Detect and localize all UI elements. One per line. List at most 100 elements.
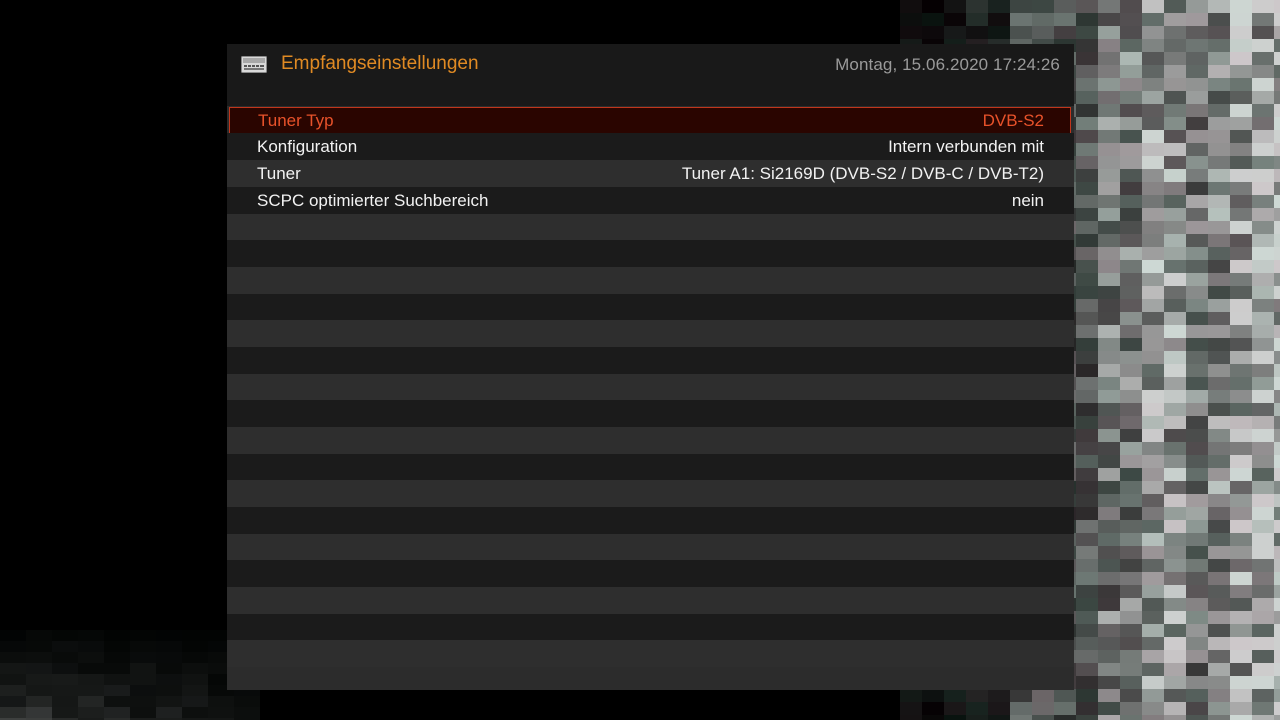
noise-cell [1120, 429, 1142, 442]
noise-cell [1252, 52, 1274, 65]
noise-cell [1208, 338, 1230, 351]
noise-cell [1142, 260, 1164, 273]
noise-cell [1164, 715, 1186, 720]
noise-cell [1076, 104, 1098, 117]
noise-cell [1186, 416, 1208, 429]
noise-cell [1142, 572, 1164, 585]
noise-cell [1230, 559, 1252, 572]
noise-cell [52, 630, 78, 641]
noise-cell [1164, 26, 1186, 39]
noise-cell [1164, 286, 1186, 299]
noise-cell [1120, 156, 1142, 169]
setting-value: nein [1011, 191, 1044, 210]
noise-cell [1274, 195, 1280, 208]
empty-row [227, 480, 1074, 507]
noise-cell [1186, 299, 1208, 312]
noise-cell [1076, 26, 1098, 39]
noise-cell [182, 674, 208, 685]
noise-cell [1120, 702, 1142, 715]
noise-cell [1252, 338, 1274, 351]
noise-cell [1230, 130, 1252, 143]
noise-cell [1230, 676, 1252, 689]
noise-cell [1098, 26, 1120, 39]
noise-cell [1186, 715, 1208, 720]
noise-cell [1252, 78, 1274, 91]
noise-cell [1076, 182, 1098, 195]
noise-cell [1208, 169, 1230, 182]
noise-cell [1252, 624, 1274, 637]
noise-cell [922, 715, 944, 720]
noise-cell [1274, 442, 1280, 455]
noise-cell [1208, 507, 1230, 520]
setting-value: Intern verbunden mit [888, 137, 1044, 156]
noise-cell [1098, 702, 1120, 715]
noise-cell [1142, 585, 1164, 598]
noise-cell [1252, 234, 1274, 247]
noise-cell [1274, 182, 1280, 195]
noise-cell [1164, 611, 1186, 624]
noise-cell [1230, 39, 1252, 52]
noise-cell [944, 702, 966, 715]
noise-cell [922, 702, 944, 715]
noise-cell [1208, 585, 1230, 598]
noise-cell [1076, 442, 1098, 455]
noise-cell [1186, 247, 1208, 260]
noise-cell [1142, 299, 1164, 312]
noise-cell [1274, 286, 1280, 299]
noise-cell [1186, 104, 1208, 117]
noise-cell [1164, 572, 1186, 585]
noise-cell [130, 696, 156, 707]
noise-cell [1098, 52, 1120, 65]
noise-cell [1274, 325, 1280, 338]
noise-cell [1186, 624, 1208, 637]
noise-cell [1142, 663, 1164, 676]
noise-cell [900, 13, 922, 26]
noise-cell [1274, 208, 1280, 221]
noise-cell [1142, 247, 1164, 260]
setting-row-tuner[interactable]: Tuner Tuner A1: Si2169D (DVB-S2 / DVB-C … [227, 160, 1074, 187]
noise-cell [1164, 312, 1186, 325]
noise-cell [1120, 481, 1142, 494]
noise-cell [1208, 559, 1230, 572]
noise-cell [1252, 468, 1274, 481]
noise-cell [1230, 0, 1252, 13]
noise-cell [1274, 689, 1280, 702]
empty-row [227, 507, 1074, 534]
noise-cell [104, 696, 130, 707]
noise-cell [1120, 169, 1142, 182]
noise-cell [1098, 520, 1120, 533]
noise-cell [1098, 65, 1120, 78]
noise-cell [1142, 455, 1164, 468]
noise-cell [1186, 78, 1208, 91]
noise-cell [1164, 260, 1186, 273]
noise-cell [1208, 234, 1230, 247]
noise-cell [1164, 273, 1186, 286]
empty-row [227, 294, 1074, 321]
noise-cell [1252, 286, 1274, 299]
noise-cell [1208, 663, 1230, 676]
noise-cell [1142, 286, 1164, 299]
noise-cell [1164, 39, 1186, 52]
noise-cell [52, 652, 78, 663]
noise-cell [1274, 78, 1280, 91]
noise-cell [1142, 624, 1164, 637]
noise-cell [1208, 65, 1230, 78]
noise-cell [1186, 403, 1208, 416]
noise-cell [1208, 637, 1230, 650]
noise-cell [104, 663, 130, 674]
noise-cell [1274, 338, 1280, 351]
noise-cell [1076, 156, 1098, 169]
setting-row-scpc[interactable]: SCPC optimierter Suchbereich nein [227, 187, 1074, 214]
noise-cell [1186, 26, 1208, 39]
setting-row-tuner-typ[interactable]: Tuner Typ DVB-S2 [229, 107, 1071, 134]
noise-cell [1208, 364, 1230, 377]
noise-cell [1274, 312, 1280, 325]
noise-cell [1274, 611, 1280, 624]
noise-cell [1120, 260, 1142, 273]
noise-cell [1208, 624, 1230, 637]
noise-cell [1274, 377, 1280, 390]
noise-cell [1252, 429, 1274, 442]
noise-cell [1274, 481, 1280, 494]
noise-cell [1076, 234, 1098, 247]
setting-row-konfiguration[interactable]: Konfiguration Intern verbunden mit [227, 133, 1074, 160]
